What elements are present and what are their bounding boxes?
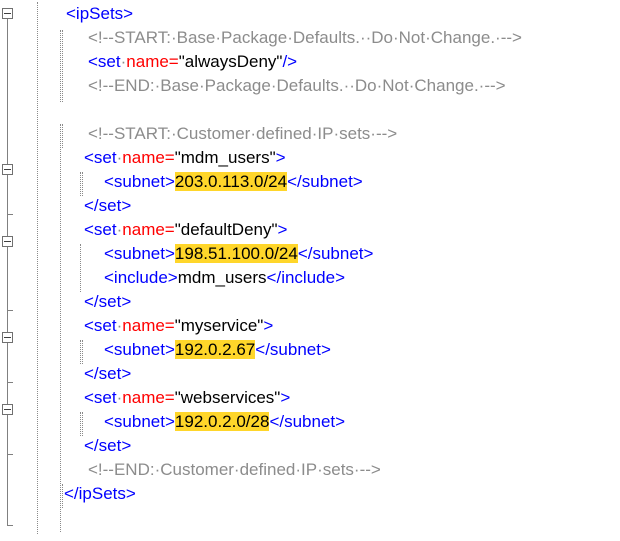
token-val: "webservices" (174, 388, 281, 407)
code-line-set-mdm-users[interactable]: <set·name="mdm_users"> (84, 146, 286, 170)
indent-guide (60, 30, 61, 102)
token-tag: <include> (104, 268, 178, 287)
token-val: "defaultDeny" (174, 220, 278, 239)
code-line-comment-start-base[interactable]: <!--START:·Base·Package·Defaults.··Do·No… (88, 26, 522, 50)
indent-guide (62, 484, 63, 508)
token-tag: > (275, 148, 286, 167)
code-line-include-mdm[interactable]: <include>mdm_users</include> (104, 266, 345, 290)
token-tag: <set (84, 316, 117, 335)
fold-end-marker (7, 310, 13, 311)
fold-gutter (0, 0, 63, 541)
code-line-set-close[interactable]: </set> (84, 194, 131, 218)
token-tag: </set> (84, 364, 132, 383)
token-tag: </subnet> (297, 244, 374, 263)
token-tag: </set> (84, 436, 132, 455)
fold-toggle-icon[interactable] (2, 404, 13, 415)
code-line-comment-end-base[interactable]: <!--END:·Base·Package·Defaults.··Do·Not·… (88, 74, 506, 98)
code-line-subnet-webservices[interactable]: <subnet>192.0.2.0/28</subnet> (104, 410, 345, 434)
token-tag: </include> (266, 268, 345, 287)
token-val: "alwaysDeny" (178, 52, 283, 71)
indent-guide (80, 172, 81, 196)
code-line-set-alwaysdeny[interactable]: <set·name="alwaysDeny"/> (88, 50, 297, 74)
token-tag: </set> (84, 292, 132, 311)
token-tag: <subnet> (104, 412, 175, 431)
token-cmt: <!--END:·Base·Package·Defaults.··Do·Not·… (88, 76, 506, 95)
token-attr: name= (122, 316, 175, 335)
token-tag: </ipSets> (64, 484, 136, 503)
fold-end-marker (7, 382, 13, 383)
code-line-set-webservices[interactable]: <set·name="webservices"> (84, 386, 290, 410)
fold-toggle-icon[interactable] (2, 236, 13, 247)
token-hl: 192.0.2.67 (174, 340, 256, 359)
code-line-subnet-defaultdeny[interactable]: <subnet>198.51.100.0/24</subnet> (104, 242, 373, 266)
indent-guide (82, 340, 83, 364)
token-attr: name= (122, 148, 175, 167)
code-line-ipsets-close[interactable]: </ipSets> (64, 482, 136, 506)
token-tag: </subnet> (255, 340, 331, 359)
token-cmt: <!--START:·Customer·defined·IP·sets·--> (88, 124, 398, 143)
fold-end-marker (7, 454, 13, 455)
token-tag: /> (282, 52, 298, 71)
code-line-set-close[interactable]: </set> (84, 362, 131, 386)
code-line-comment-end-customer[interactable]: <!--END:·Customer·defined·IP·sets·--> (88, 458, 381, 482)
fold-toggle-icon[interactable] (2, 332, 13, 343)
token-tag: > (263, 316, 274, 335)
indent-guide (60, 124, 61, 532)
token-val: "mdm_users" (174, 148, 276, 167)
token-tag: > (280, 388, 291, 407)
fold-toggle-icon[interactable] (2, 8, 13, 19)
indent-guide (80, 412, 81, 436)
token-attr: name= (122, 220, 175, 239)
fold-end-marker (7, 525, 13, 526)
fold-line (7, 19, 8, 525)
token-tag: </set> (84, 196, 132, 215)
token-cmt: <!--END:·Customer·defined·IP·sets·--> (88, 460, 381, 479)
code-line-set-myservice[interactable]: <set·name="myservice"> (84, 314, 273, 338)
token-tag: <subnet> (104, 244, 175, 263)
fold-toggle-icon[interactable] (2, 164, 13, 175)
code-line-set-defaultdeny[interactable]: <set·name="defaultDeny"> (84, 218, 287, 242)
token-val: "myservice" (174, 316, 264, 335)
token-tag: <ipSets> (66, 4, 134, 23)
token-tag: <subnet> (104, 172, 175, 191)
indent-guide (62, 30, 63, 102)
token-tag: <subnet> (104, 340, 175, 359)
token-tag: <set (88, 52, 121, 71)
token-hl: 198.51.100.0/24 (174, 244, 298, 263)
token-attr: name= (126, 52, 179, 71)
token-tag: > (277, 220, 288, 239)
token-txt: mdm_users (177, 268, 267, 287)
xml-editor[interactable]: <ipSets> <!--START:·Base·Package·Defaults… (0, 0, 620, 541)
indent-guide (80, 340, 81, 364)
code-line-subnet-myservice[interactable]: <subnet>192.0.2.67</subnet> (104, 338, 331, 362)
token-tag: <set (84, 148, 117, 167)
token-tag: <set (84, 388, 117, 407)
indent-guide (82, 172, 83, 196)
token-cmt: <!--START:·Base·Package·Defaults.··Do·No… (88, 28, 522, 47)
code-line-subnet-mdm[interactable]: <subnet>203.0.113.0/24</subnet> (104, 170, 363, 194)
fold-end-marker (7, 214, 13, 215)
indent-guide (37, 2, 38, 534)
code-line-ipsets-open[interactable]: <ipSets> (66, 2, 133, 26)
indent-guide (82, 412, 83, 436)
token-hl: 203.0.113.0/24 (174, 172, 288, 191)
token-tag: <set (84, 220, 117, 239)
indent-guide (62, 124, 63, 148)
code-line-comment-start-customer[interactable]: <!--START:·Customer·defined·IP·sets·--> (88, 122, 397, 146)
token-tag: </subnet> (287, 172, 363, 191)
token-tag: </subnet> (269, 412, 346, 431)
token-hl: 192.0.2.0/28 (174, 412, 270, 431)
indent-guide (80, 244, 81, 292)
code-line-set-close[interactable]: </set> (84, 290, 131, 314)
code-line-set-close[interactable]: </set> (84, 434, 131, 458)
token-attr: name= (122, 388, 175, 407)
